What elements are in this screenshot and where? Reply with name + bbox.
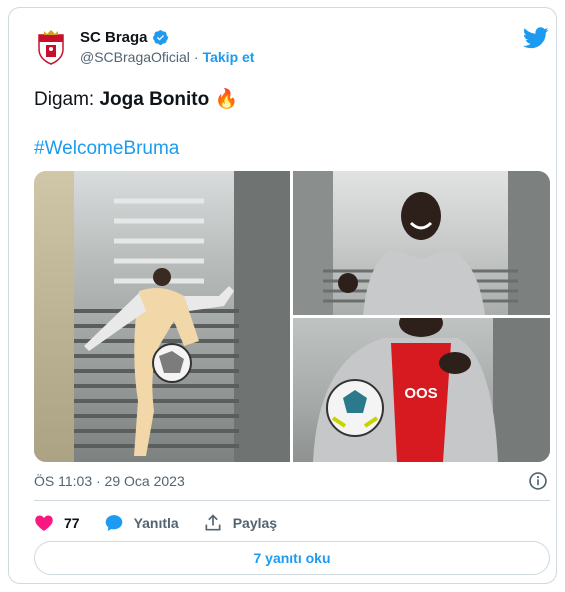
heart-icon [35, 515, 53, 531]
photo-stairs-juggling[interactable] [34, 171, 290, 462]
like-button[interactable]: 77 [34, 513, 80, 533]
reply-bubble-icon [105, 515, 122, 531]
twitter-bird-icon[interactable] [523, 27, 549, 49]
media-grid: OOS [34, 171, 550, 462]
club-crest-avatar[interactable] [33, 27, 69, 67]
tweet-text-bold: Joga Bonito [99, 89, 210, 110]
follow-button[interactable]: Takip et [203, 49, 255, 65]
info-icon[interactable] [528, 471, 548, 491]
tweet-text-prefix: Digam: [34, 89, 100, 110]
tweet-header: SC Braga @SCBragaOficial · Takip et [33, 27, 553, 67]
share-button[interactable]: Paylaş [203, 513, 277, 533]
tweet-text: Digam: Joga Bonito 🔥 [34, 88, 238, 112]
handle-separator: · [193, 49, 199, 65]
share-label: Paylaş [232, 515, 278, 531]
reply-button[interactable]: Yanıtla [104, 513, 179, 533]
divider [34, 500, 550, 501]
fire-emoji: 🔥 [214, 89, 239, 110]
photo-ball-pointing[interactable]: OOS [293, 318, 550, 462]
photo-smiling-portrait[interactable] [293, 171, 550, 315]
like-count: 77 [64, 515, 80, 531]
verified-badge-icon [152, 30, 168, 45]
tweet-card: SC Braga @SCBragaOficial · Takip et Diga… [8, 7, 557, 584]
share-icon [205, 514, 221, 531]
read-replies-button[interactable]: 7 yanıtı oku [34, 541, 550, 575]
shirt-sponsor-text: OOS [404, 385, 437, 402]
tweet-timestamp[interactable]: ÖS 11:03 · 29 Oca 2023 [34, 473, 185, 489]
reply-label: Yanıtla [133, 515, 179, 531]
handle[interactable]: @SCBragaOficial [80, 49, 190, 65]
display-name[interactable]: SC Braga [80, 29, 148, 46]
hashtag-link[interactable]: #WelcomeBruma [34, 138, 179, 160]
tweet-actions: 77 Yanıtla Paylaş [34, 511, 301, 535]
